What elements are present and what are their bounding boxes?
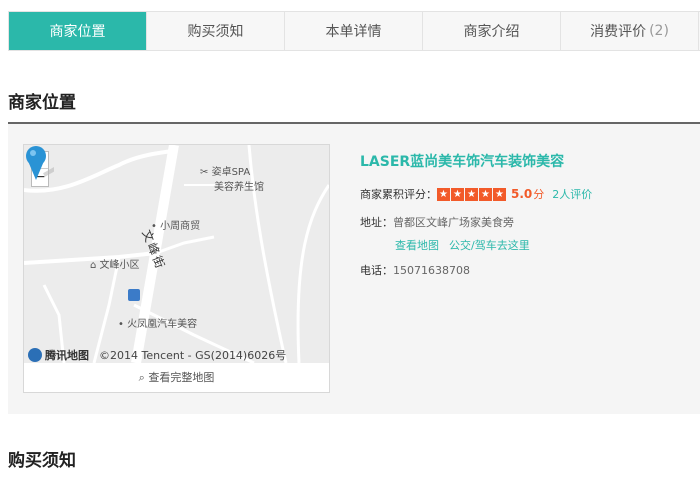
map-widget: + − ✂ 姿卓SPA 美容养生馆 • 小周商贸 文峰街 ⌂ 文峰小区 • 火凤… — [23, 144, 330, 393]
star-icon: ★ — [451, 187, 464, 201]
map-poi-spa[interactable]: ✂ 姿卓SPA 美容养生馆 — [200, 163, 264, 193]
map-poi-community[interactable]: ⌂ 文峰小区 — [90, 256, 140, 271]
rating-stars: ★ ★ ★ ★ ★ — [437, 187, 507, 201]
section-title-location: 商家位置 — [8, 93, 76, 113]
store-name[interactable]: LASER蓝尚美车饰汽车装饰美容 — [360, 151, 564, 171]
phone-label: 电话： — [360, 264, 393, 277]
review-count-badge: (2) — [649, 23, 669, 39]
directions-link[interactable]: 公交/驾车去这里 — [449, 237, 530, 253]
tab-merchant-intro[interactable]: 商家介绍 — [423, 12, 561, 50]
tab-label: 本单详情 — [325, 24, 382, 40]
map-poi-label: 美容养生馆 — [214, 182, 264, 193]
star-icon: ★ — [437, 187, 450, 201]
map-logo-text: 腾讯地图 — [45, 349, 89, 362]
tab-bar: 商家位置 购买须知 本单详情 商家介绍 消费评价 (2) — [8, 11, 700, 51]
section-title-notice: 购买须知 — [8, 451, 76, 471]
map-poi-car[interactable]: • 火凤凰汽车美容 — [118, 315, 197, 330]
view-full-map-label: 查看完整地图 — [148, 371, 215, 384]
location-pin-icon[interactable] — [24, 145, 54, 181]
magnifier-icon: ⌕ — [138, 371, 145, 384]
tab-label: 商家位置 — [49, 24, 106, 40]
view-map-link[interactable]: 查看地图 — [395, 237, 439, 253]
tab-deal-details[interactable]: 本单详情 — [285, 12, 423, 50]
star-icon: ★ — [479, 187, 492, 201]
scissors-icon: ✂ — [200, 167, 209, 178]
map-canvas[interactable]: + − ✂ 姿卓SPA 美容养生馆 • 小周商贸 文峰街 ⌂ 文峰小区 • 火凤… — [24, 145, 329, 363]
tencent-map-logo-icon — [28, 348, 42, 362]
rating-label: 商家累积评分： — [360, 188, 437, 201]
map-poi-mall[interactable]: • 小周商贸 — [151, 217, 200, 232]
address-row: 地址： 曾都区文峰广场家美食旁 — [360, 214, 514, 230]
tab-reviews[interactable]: 消费评价 (2) — [561, 12, 699, 50]
phone-value: 15071638708 — [393, 263, 470, 277]
rating-score: 5.0 — [511, 187, 533, 201]
map-poi-label: 文峰小区 — [99, 260, 140, 271]
store-info: LASER蓝尚美车饰汽车装饰美容 商家累积评分： ★ ★ ★ ★ ★ 5.0 分… — [360, 151, 592, 277]
phone-row: 电话： 15071638708 — [360, 262, 470, 278]
bus-stop-icon[interactable] — [128, 289, 140, 301]
home-icon: ⌂ — [90, 260, 97, 271]
map-poi-label: 姿卓SPA — [211, 167, 251, 178]
tab-label: 消费评价 — [590, 24, 647, 40]
star-icon: ★ — [493, 187, 506, 201]
view-full-map-link[interactable]: ⌕ 查看完整地图 — [24, 369, 329, 385]
rating-unit: 分 — [533, 188, 545, 201]
map-footer: 腾讯地图 ©2014 Tencent - GS(2014)6026号 — [28, 347, 286, 363]
review-count-link[interactable]: 2人评价 — [552, 186, 592, 202]
map-poi-label: 小周商贸 — [160, 221, 201, 232]
map-copyright: ©2014 Tencent - GS(2014)6026号 — [99, 349, 287, 362]
star-icon: ★ — [465, 187, 478, 201]
rating-row: 商家累积评分： ★ ★ ★ ★ ★ 5.0 分 2人评价 — [360, 186, 592, 202]
tab-purchase-notice[interactable]: 购买须知 — [147, 12, 285, 50]
tab-label: 购买须知 — [187, 24, 244, 40]
map-links-row: 查看地图 公交/驾车去这里 — [395, 237, 530, 253]
address-value: 曾都区文峰广场家美食旁 — [393, 216, 514, 229]
tab-merchant-location[interactable]: 商家位置 — [9, 12, 147, 50]
map-poi-label: 火凤凰汽车美容 — [127, 319, 198, 330]
map-roads — [24, 145, 329, 363]
tab-label: 商家介绍 — [463, 24, 520, 40]
tencent-map-logo: 腾讯地图 — [28, 347, 89, 363]
address-label: 地址： — [360, 216, 393, 229]
